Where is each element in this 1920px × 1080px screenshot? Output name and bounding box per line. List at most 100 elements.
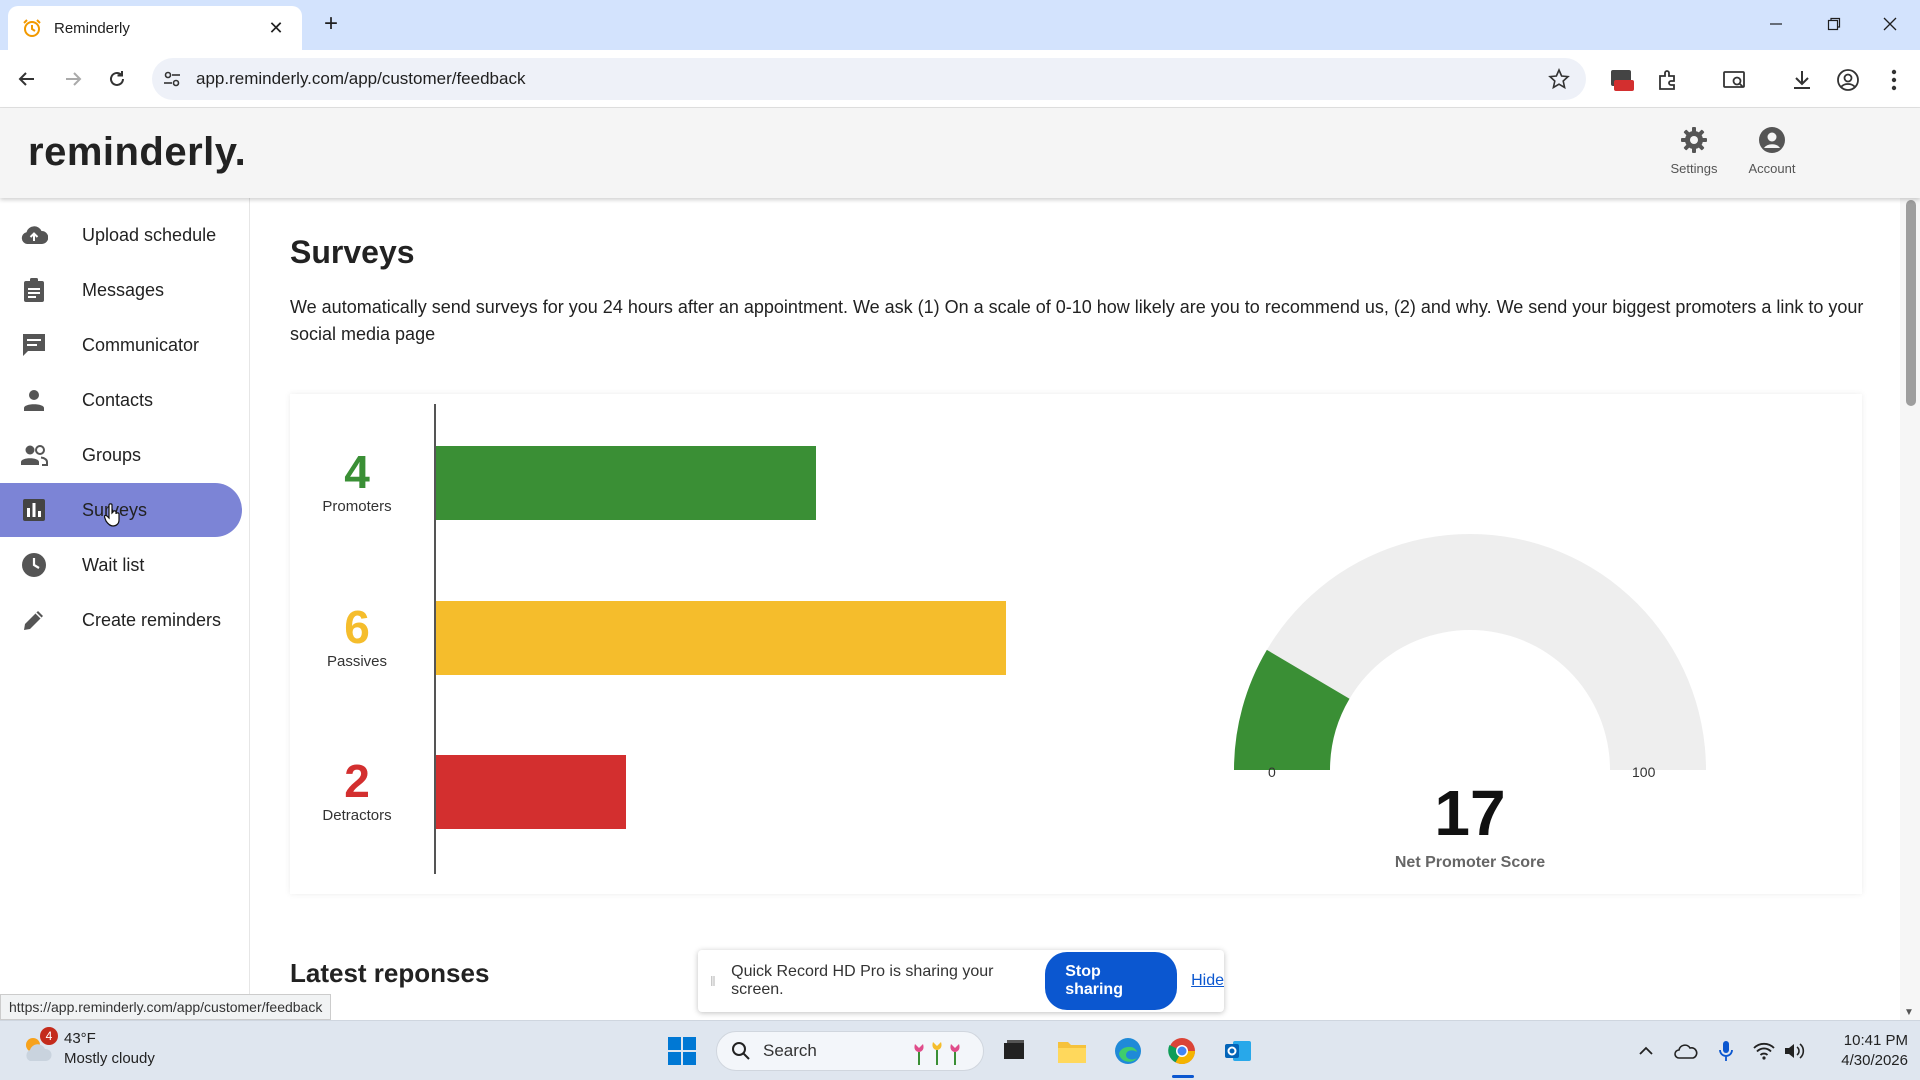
sidebar-item-upload-schedule[interactable]: Upload schedule xyxy=(0,208,242,262)
clock-icon xyxy=(20,551,48,579)
tulips-icon xyxy=(914,1042,960,1065)
media-controls-icon[interactable] xyxy=(1720,66,1748,94)
browser-toolbar: app.reminderly.com/app/customer/feedback xyxy=(0,50,1920,108)
alarm-clock-icon xyxy=(23,19,41,37)
detractors-value: 2 xyxy=(344,755,370,807)
clipboard-icon xyxy=(20,276,48,304)
taskbar-search[interactable]: Search xyxy=(716,1031,984,1071)
weather-widget[interactable]: 4 43°F Mostly cloudy xyxy=(20,1027,155,1069)
nps-gauge: 0 100 17 Net Promoter Score xyxy=(1190,494,1750,894)
passives-label: Passives xyxy=(326,653,388,670)
passives-bar xyxy=(436,601,1006,675)
clock-date: 4/30/2026 xyxy=(1841,1052,1908,1069)
sidebar-item-label: Wait list xyxy=(82,554,145,575)
back-button[interactable] xyxy=(12,64,42,94)
sidebar-item-create-reminders[interactable]: Create reminders xyxy=(0,593,242,647)
address-bar[interactable]: app.reminderly.com/app/customer/feedback xyxy=(152,58,1586,100)
edge-icon xyxy=(1115,1038,1141,1064)
task-view-button[interactable] xyxy=(996,1033,1032,1069)
app-logo[interactable]: reminderly. xyxy=(28,130,246,175)
promoters-label: Promoters xyxy=(322,498,392,515)
app-header: reminderly. Settings Account xyxy=(0,108,1920,198)
passives-value: 6 xyxy=(344,601,370,653)
settings-button[interactable]: Settings xyxy=(1654,126,1734,176)
edge-browser-button[interactable] xyxy=(1110,1033,1146,1069)
gear-icon xyxy=(1681,127,1707,153)
browser-tab[interactable]: Reminderly ✕ xyxy=(8,6,302,50)
download-icon[interactable] xyxy=(1788,66,1816,94)
taskbar-clock[interactable]: 10:41 PM 4/30/2026 xyxy=(1812,1031,1908,1071)
weather-desc: Mostly cloudy xyxy=(64,1050,155,1067)
windows-start-button[interactable] xyxy=(664,1033,700,1069)
page-title: Surveys xyxy=(290,234,415,270)
clock-time: 10:41 PM xyxy=(1843,1032,1908,1049)
sharing-message: Quick Record HD Pro is sharing your scre… xyxy=(731,963,994,998)
restore-icon xyxy=(1827,17,1841,31)
minimize-button[interactable] xyxy=(1756,8,1796,40)
restore-button[interactable] xyxy=(1814,8,1854,40)
weather-temp: 43°F xyxy=(64,1030,96,1047)
gauge-svg xyxy=(1234,534,1706,770)
sidebar-item-contacts[interactable]: Contacts xyxy=(0,373,242,427)
sidebar-item-label: Groups xyxy=(82,444,142,465)
chevron-up-icon xyxy=(1639,1046,1653,1055)
sidebar-item-messages[interactable]: Messages xyxy=(0,263,242,317)
settings-label: Settings xyxy=(1670,161,1718,176)
volume-icon[interactable] xyxy=(1782,1039,1806,1063)
windows-logo-icon xyxy=(668,1037,696,1065)
outlook-icon xyxy=(1225,1041,1251,1061)
weather-alert-badge: 4 xyxy=(40,1027,58,1045)
onedrive-icon[interactable] xyxy=(1674,1039,1698,1063)
back-arrow-icon xyxy=(18,72,34,86)
stop-sharing-button[interactable]: Stop sharing xyxy=(1045,952,1178,1010)
site-settings-icon[interactable] xyxy=(162,69,182,89)
page-scrollbar[interactable]: ▼ xyxy=(1900,198,1920,1020)
file-explorer-button[interactable] xyxy=(1054,1033,1090,1069)
rec-extension-icon[interactable] xyxy=(1608,66,1636,94)
sidebar-item-label: Create reminders xyxy=(82,609,222,630)
close-tab-icon[interactable]: ✕ xyxy=(264,18,288,39)
new-tab-button[interactable]: + xyxy=(316,10,346,40)
minimize-icon xyxy=(1770,23,1782,25)
sidebar-item-communicator[interactable]: Communicator xyxy=(0,318,242,372)
cloud-upload-icon xyxy=(20,221,48,249)
hide-sharing-link[interactable]: Hide xyxy=(1191,972,1224,990)
url-text: app.reminderly.com/app/customer/feedback xyxy=(196,69,526,88)
folder-icon xyxy=(1058,1042,1086,1063)
wifi-icon[interactable] xyxy=(1752,1039,1776,1063)
pencil-icon xyxy=(20,606,48,634)
forward-button[interactable] xyxy=(58,64,88,94)
chat-icon xyxy=(20,331,48,359)
forward-arrow-icon xyxy=(66,72,82,86)
screen-sharing-bar: ‖ Quick Record HD Pro is sharing your sc… xyxy=(698,950,1224,1012)
passives-count: 6 Passives xyxy=(302,601,412,670)
chrome-button[interactable] xyxy=(1164,1033,1200,1069)
sidebar-item-label: Messages xyxy=(82,279,165,300)
browser-menu-icon[interactable] xyxy=(1880,66,1908,94)
close-window-button[interactable] xyxy=(1870,8,1910,40)
scroll-down-arrow-icon[interactable]: ▼ xyxy=(1904,1007,1914,1018)
sidebar-item-wait-list[interactable]: Wait list xyxy=(0,538,242,592)
bookmark-star-icon[interactable] xyxy=(1548,68,1570,90)
sidebar-item-label: Contacts xyxy=(82,389,154,410)
task-view-icon xyxy=(1004,1040,1024,1059)
microphone-icon[interactable] xyxy=(1714,1039,1738,1063)
extensions-puzzle-icon[interactable] xyxy=(1654,66,1682,94)
tab-title: Reminderly xyxy=(54,19,130,37)
search-icon xyxy=(732,1042,750,1060)
nps-value: 17 xyxy=(1434,777,1506,849)
profile-icon[interactable] xyxy=(1834,66,1862,94)
windows-taskbar: 4 43°F Mostly cloudy Search 10:41 PM 4/3… xyxy=(0,1020,1920,1080)
sidebar-item-label: Communicator xyxy=(82,334,200,355)
account-label: Account xyxy=(1748,161,1796,176)
survey-summary-card: 4 Promoters 6 Passives 2 Detractors 0 10… xyxy=(290,394,1862,894)
drag-handle-icon[interactable]: ‖ xyxy=(710,973,723,989)
show-hidden-icons-button[interactable] xyxy=(1634,1039,1658,1063)
scrollbar-thumb[interactable] xyxy=(1906,200,1916,406)
sidebar-item-groups[interactable]: Groups xyxy=(0,428,242,482)
main-content: Surveys We automatically send surveys fo… xyxy=(250,198,1900,1020)
reload-button[interactable] xyxy=(102,64,132,94)
promoters-count: 4 Promoters xyxy=(302,446,412,515)
account-button[interactable]: Account xyxy=(1732,126,1812,176)
outlook-button[interactable] xyxy=(1220,1033,1256,1069)
